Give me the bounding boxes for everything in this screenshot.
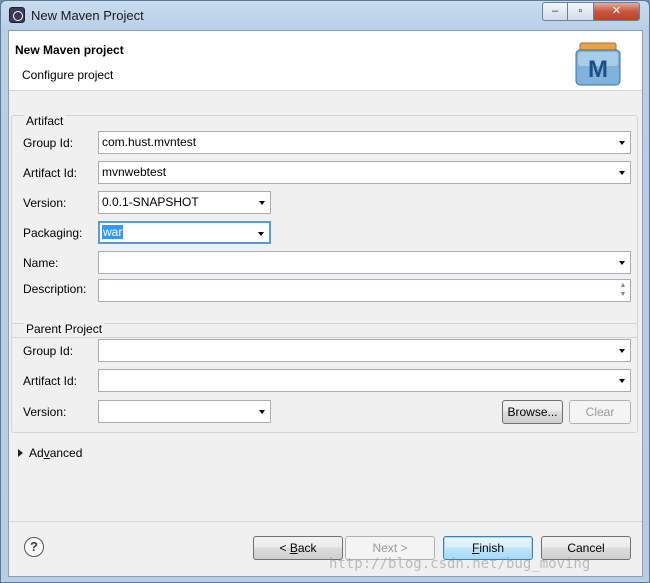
artifact-group-title: Artifact — [24, 114, 66, 128]
description-textarea[interactable]: ▲ ▼ — [98, 279, 631, 302]
artifact-group: Artifact Group Id: com.hust.mvntest Arti… — [11, 114, 638, 338]
parent-version-combo[interactable] — [98, 400, 271, 423]
window-title: New Maven Project — [31, 8, 144, 23]
parent-project-group: Parent Project Group Id: Artifact Id: Ve… — [11, 322, 638, 433]
help-icon[interactable]: ? — [24, 537, 44, 557]
parent-version-label: Version: — [23, 405, 67, 419]
version-combo[interactable]: 0.0.1-SNAPSHOT — [98, 191, 271, 214]
advanced-expander[interactable]: Advanced — [29, 446, 82, 460]
packaging-selected-text: war — [102, 225, 124, 239]
packaging-label: Packaging: — [23, 226, 83, 240]
watermark-text: http://blog.csdn.net/bug_moving — [329, 556, 591, 572]
name-label: Name: — [23, 256, 59, 270]
close-button[interactable]: ✕ — [594, 2, 640, 21]
maximize-button[interactable]: ▫ — [568, 2, 594, 21]
title-bar[interactable]: New Maven Project – ▫ ✕ — [1, 1, 649, 29]
artifact-id-label: Artifact Id: — [23, 166, 78, 180]
dialog-window: New Maven Project – ▫ ✕ New Maven projec… — [0, 0, 650, 583]
group-id-label: Group Id: — [23, 136, 74, 150]
expand-arrow-icon[interactable] — [18, 449, 23, 457]
page-subtitle: Configure project — [22, 68, 114, 82]
parent-group-id-combo[interactable] — [98, 339, 631, 362]
browse-button[interactable]: Browse... — [502, 400, 563, 424]
dialog-client-area: New Maven project Configure project M Ar… — [8, 30, 643, 577]
wizard-header: New Maven project Configure project M — [9, 31, 642, 91]
parent-group-title: Parent Project — [24, 322, 105, 336]
minimize-button[interactable]: – — [542, 2, 568, 21]
description-label: Description: — [23, 282, 87, 296]
name-combo[interactable] — [98, 251, 631, 274]
parent-artifact-id-label: Artifact Id: — [23, 374, 78, 388]
parent-artifact-id-combo[interactable] — [98, 369, 631, 392]
button-bar-divider — [9, 521, 642, 522]
eclipse-app-icon — [9, 7, 25, 23]
clear-button[interactable]: Clear — [569, 400, 631, 424]
group-id-combo[interactable]: com.hust.mvntest — [98, 131, 631, 154]
maven-logo-icon: M — [575, 42, 621, 86]
version-label: Version: — [23, 196, 67, 210]
packaging-combo[interactable]: war — [98, 221, 271, 244]
artifact-id-combo[interactable]: mvnwebtest — [98, 161, 631, 184]
svg-text:M: M — [588, 56, 608, 83]
page-title: New Maven project — [15, 43, 124, 57]
description-scrollbar[interactable]: ▲ ▼ — [618, 281, 628, 300]
parent-group-id-label: Group Id: — [23, 344, 74, 358]
